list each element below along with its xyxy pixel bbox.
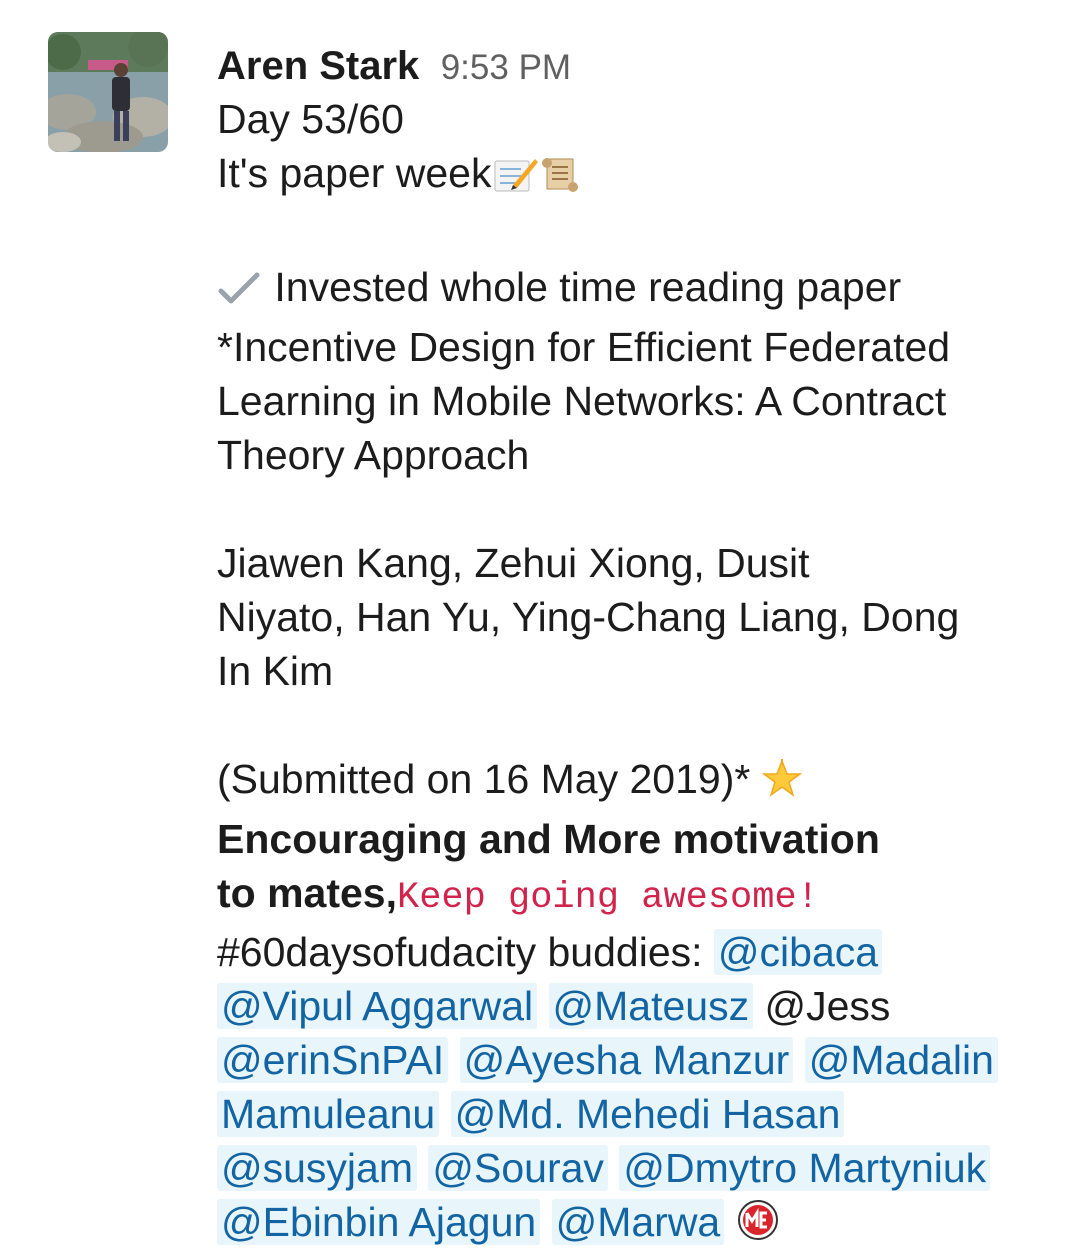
mention[interactable]: @susyjam [217,1145,417,1191]
inline-code: Keep going awesome! [397,877,819,919]
text-fragment: Invested whole time reading paper [274,264,902,310]
text-line: Jiawen Kang, Zehui Xiong, Dusit [217,540,810,586]
mention[interactable]: @Vipul Aggarwal [217,983,538,1029]
star-icon [761,758,803,812]
mention[interactable]: @cibaca [713,929,883,975]
mention[interactable]: @Madalin [804,1037,998,1083]
sender-name[interactable]: Aren Stark [217,44,419,88]
me-emoji-icon [736,1198,780,1255]
scroll-icon [539,152,581,206]
text-line: Niyato, Han Yu, Ying-Chang Liang, Dong [217,594,960,640]
message-header: Aren Stark 9:53 PM [217,38,1047,92]
message-body: Aren Stark 9:53 PM Day 53/60 It's paper … [217,38,1047,1255]
memo-icon [491,152,539,206]
text-line: Mamuleanu @Md. Mehedi Hasan [217,1087,1047,1141]
text-fragment: to mates, [217,870,397,916]
text-fragment: (Submitted on 16 May 2019)* [217,756,751,802]
mention[interactable]: @Ebinbin Ajagun [217,1199,541,1245]
check-mark-icon [217,266,263,320]
text-line: It's paper week [217,146,1047,206]
text-line: to mates,Keep going awesome! [217,866,1047,925]
text-line: (Submitted on 16 May 2019)* [217,752,1047,812]
text-line: Invested whole time reading paper [217,260,1047,320]
text-line: @susyjam @Sourav @Dmytro Martyniuk [217,1141,1047,1195]
text-line: Theory Approach [217,432,530,478]
text-line: #60daysofudacity buddies: @cibaca [217,925,1047,979]
mention[interactable]: @Sourav [428,1145,608,1191]
mention[interactable]: @Ayesha Manzur [459,1037,794,1083]
text-fragment: It's paper week [217,150,492,196]
text-line: Learning in Mobile Networks: A Contract [217,378,947,424]
text-line: In Kim [217,648,334,694]
chat-message: Aren Stark 9:53 PM Day 53/60 It's paper … [0,0,1080,1255]
text-line: @Ebinbin Ajagun @Marwa [217,1195,1047,1255]
mention[interactable]: @Jess [765,983,891,1029]
mention[interactable]: @Md. Mehedi Hasan [450,1091,845,1137]
text-line: @Vipul Aggarwal @Mateusz @Jess [217,979,1047,1033]
mention[interactable]: @Mateusz [548,983,754,1029]
avatar[interactable] [48,32,168,152]
message-timestamp[interactable]: 9:53 PM [441,48,571,87]
mention[interactable]: Mamuleanu [217,1091,440,1137]
text-line: Day 53/60 [217,96,404,142]
hashtag-text: #60daysofudacity buddies: [217,929,703,975]
mention[interactable]: @Dmytro Martyniuk [619,1145,991,1191]
text-line: *Incentive Design for Efficient Federate… [217,324,951,370]
avatar-photo [48,32,168,152]
text-line: Encouraging and More motivation [217,816,880,862]
mention[interactable]: @Marwa [551,1199,725,1245]
mention[interactable]: @erinSnPAI [217,1037,449,1083]
text-line: @erinSnPAI @Ayesha Manzur @Madalin [217,1033,1047,1087]
